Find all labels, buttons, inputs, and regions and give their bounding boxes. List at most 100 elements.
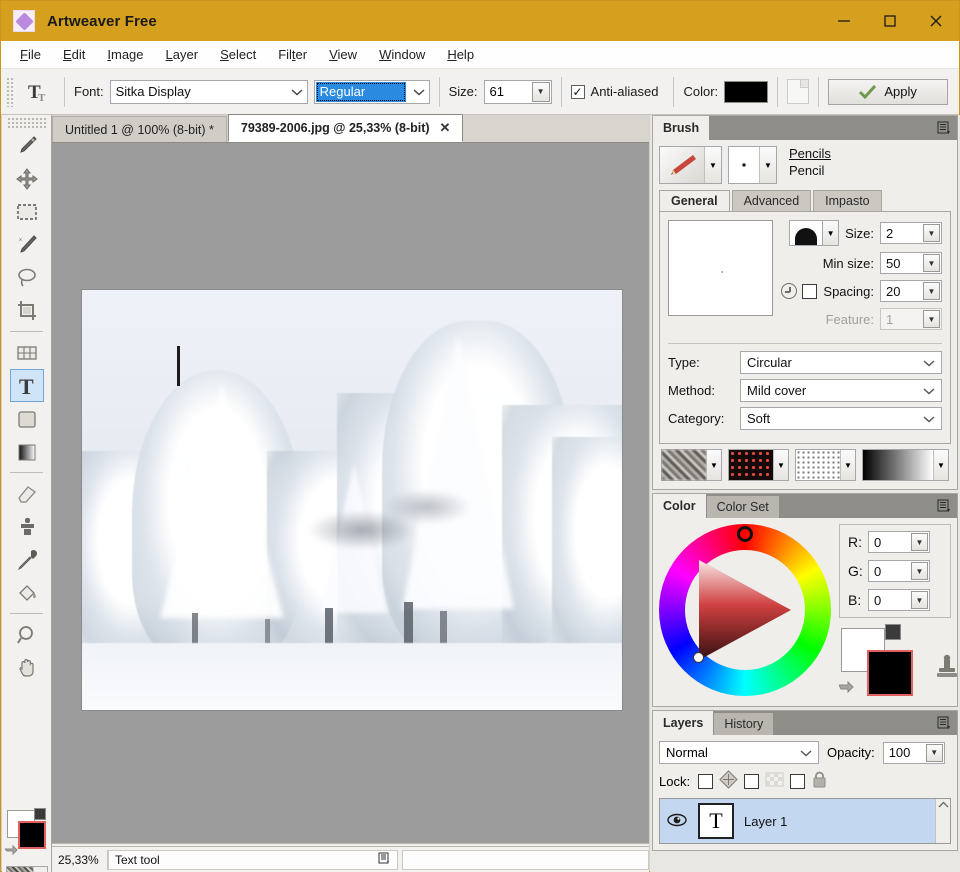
menu-layer[interactable]: Layer [155,43,210,66]
lasso-tool[interactable] [10,261,44,294]
green-input[interactable]: 0 ▼ [868,560,930,582]
blue-input[interactable]: 0 ▼ [868,589,930,611]
paint-bucket-tool[interactable] [10,576,44,609]
document-tab-untitled[interactable]: Untitled 1 @ 100% (8-bit) * [52,116,227,142]
brush-category-select[interactable]: Soft [740,407,942,430]
spin-down-button[interactable]: ▼ [923,254,940,272]
brush-tip-shape-picker[interactable]: ▼ [789,220,840,246]
hand-tool[interactable] [10,651,44,684]
menu-filter[interactable]: Filter [267,43,318,66]
panel-menu-icon[interactable] [935,714,953,732]
layer-row[interactable]: T Layer 1 [660,799,935,843]
anti-aliased-checkbox[interactable]: ✓ [570,84,585,99]
toolbox-grip[interactable] [7,117,46,128]
default-colors-icon[interactable] [33,808,46,820]
color-stamp-icon[interactable] [935,654,959,683]
spin-down-button[interactable]: ▼ [923,224,940,242]
brush-category-name[interactable]: Pencils [789,146,951,161]
size-dropdown-button[interactable]: ▼ [531,81,550,102]
default-colors-icon[interactable] [885,624,901,640]
subtab-advanced[interactable]: Advanced [731,190,812,211]
menu-view[interactable]: View [318,43,368,66]
rectangular-select-tool[interactable] [10,195,44,228]
foreground-color-swatch[interactable] [17,821,46,849]
menu-file[interactable]: File [9,43,52,66]
spin-down-button[interactable]: ▼ [923,282,940,300]
texture-selector[interactable]: ▼ [5,866,48,872]
move-tool[interactable] [10,162,44,195]
font-style-select[interactable]: Regular [313,79,430,104]
close-button[interactable] [913,1,959,41]
color-wheel[interactable] [659,524,831,696]
tab-layers[interactable]: Layers [653,711,714,735]
chevron-down-icon[interactable]: ▼ [759,147,776,183]
minimize-button[interactable] [821,1,867,41]
clone-stamp-tool[interactable] [10,510,44,543]
chevron-down-icon[interactable]: ▼ [840,450,855,480]
eraser-tool[interactable] [10,477,44,510]
chevron-down-icon[interactable]: ▼ [933,450,948,480]
eye-icon[interactable] [666,813,688,830]
panel-menu-icon[interactable] [935,497,953,515]
chevron-down-icon[interactable]: ▼ [706,450,721,480]
brush-spacing-input[interactable]: 20 ▼ [880,280,942,302]
shape-tool[interactable] [10,402,44,435]
brush-tip-picker[interactable]: ▼ [728,146,777,184]
brush-size-input[interactable]: 2 ▼ [880,222,942,244]
image-canvas[interactable] [82,290,622,710]
brush-preset-picker[interactable]: ▼ [659,146,722,184]
spin-down-button[interactable]: ▼ [911,591,928,609]
dots-texture-picker[interactable]: ▼ [795,449,856,481]
spacing-timing-toggle[interactable] [781,283,818,299]
pattern-texture-picker[interactable]: ▼ [728,449,789,481]
menu-window[interactable]: Window [368,43,436,66]
eyedropper-tool[interactable] [10,543,44,576]
magic-wand-tool[interactable] [10,228,44,261]
close-icon[interactable]: ✕ [440,120,451,136]
zoom-tool[interactable] [10,618,44,651]
swap-colors-icon[interactable] [838,678,857,696]
document-icon[interactable] [787,79,810,104]
lock-all-checkbox[interactable] [790,773,806,789]
crop-tool[interactable] [10,294,44,327]
layer-list-scrollbar[interactable] [935,799,950,843]
sv-marker[interactable] [693,652,704,663]
spin-down-button[interactable]: ▼ [911,533,928,551]
opacity-input[interactable]: 100 ▼ [882,741,945,764]
perspective-tool[interactable] [10,336,44,369]
chevron-down-icon[interactable]: ▼ [704,147,721,183]
layer-thumbnail[interactable]: T [698,803,734,839]
font-family-select[interactable]: Sitka Display [109,79,308,104]
chevron-down-icon[interactable]: ▼ [773,450,788,480]
layer-name[interactable]: Layer 1 [744,814,787,829]
foreground-color-swatch[interactable] [867,650,913,696]
document-tab-79389[interactable]: 79389-2006.jpg @ 25,33% (8-bit) ✕ [227,114,464,142]
canvas-viewport[interactable] [52,143,649,843]
subtab-impasto[interactable]: Impasto [813,190,882,211]
lock-transparency-checkbox[interactable] [698,773,714,789]
paper-texture-picker[interactable]: ▼ [661,449,722,481]
blend-mode-select[interactable]: Normal [659,741,819,764]
chevron-up-icon[interactable] [938,801,949,811]
menu-help[interactable]: Help [436,43,485,66]
panel-menu-icon[interactable] [378,852,391,868]
brush-min-size-input[interactable]: 50 ▼ [880,252,942,274]
spacing-checkbox[interactable] [802,283,818,299]
brush-method-select[interactable]: Mild cover [740,379,942,402]
tab-brush[interactable]: Brush [653,116,710,140]
panel-menu-icon[interactable] [935,119,953,137]
tab-color[interactable]: Color [653,494,706,518]
chevron-down-icon[interactable]: ▼ [823,220,840,246]
gradient-picker[interactable]: ▼ [862,449,949,481]
brush-tool[interactable] [10,129,44,162]
lock-pixels-checkbox[interactable] [744,773,760,789]
text-tool[interactable]: T [9,369,44,402]
gradient-tool[interactable] [10,435,44,468]
swap-colors-icon[interactable] [3,842,19,856]
text-color-swatch[interactable] [724,80,769,103]
hue-marker[interactable] [737,526,753,542]
brush-type-select[interactable]: Circular [740,351,942,374]
menu-edit[interactable]: Edit [52,43,96,66]
maximize-button[interactable] [867,1,913,41]
subtab-general[interactable]: General [659,190,730,211]
